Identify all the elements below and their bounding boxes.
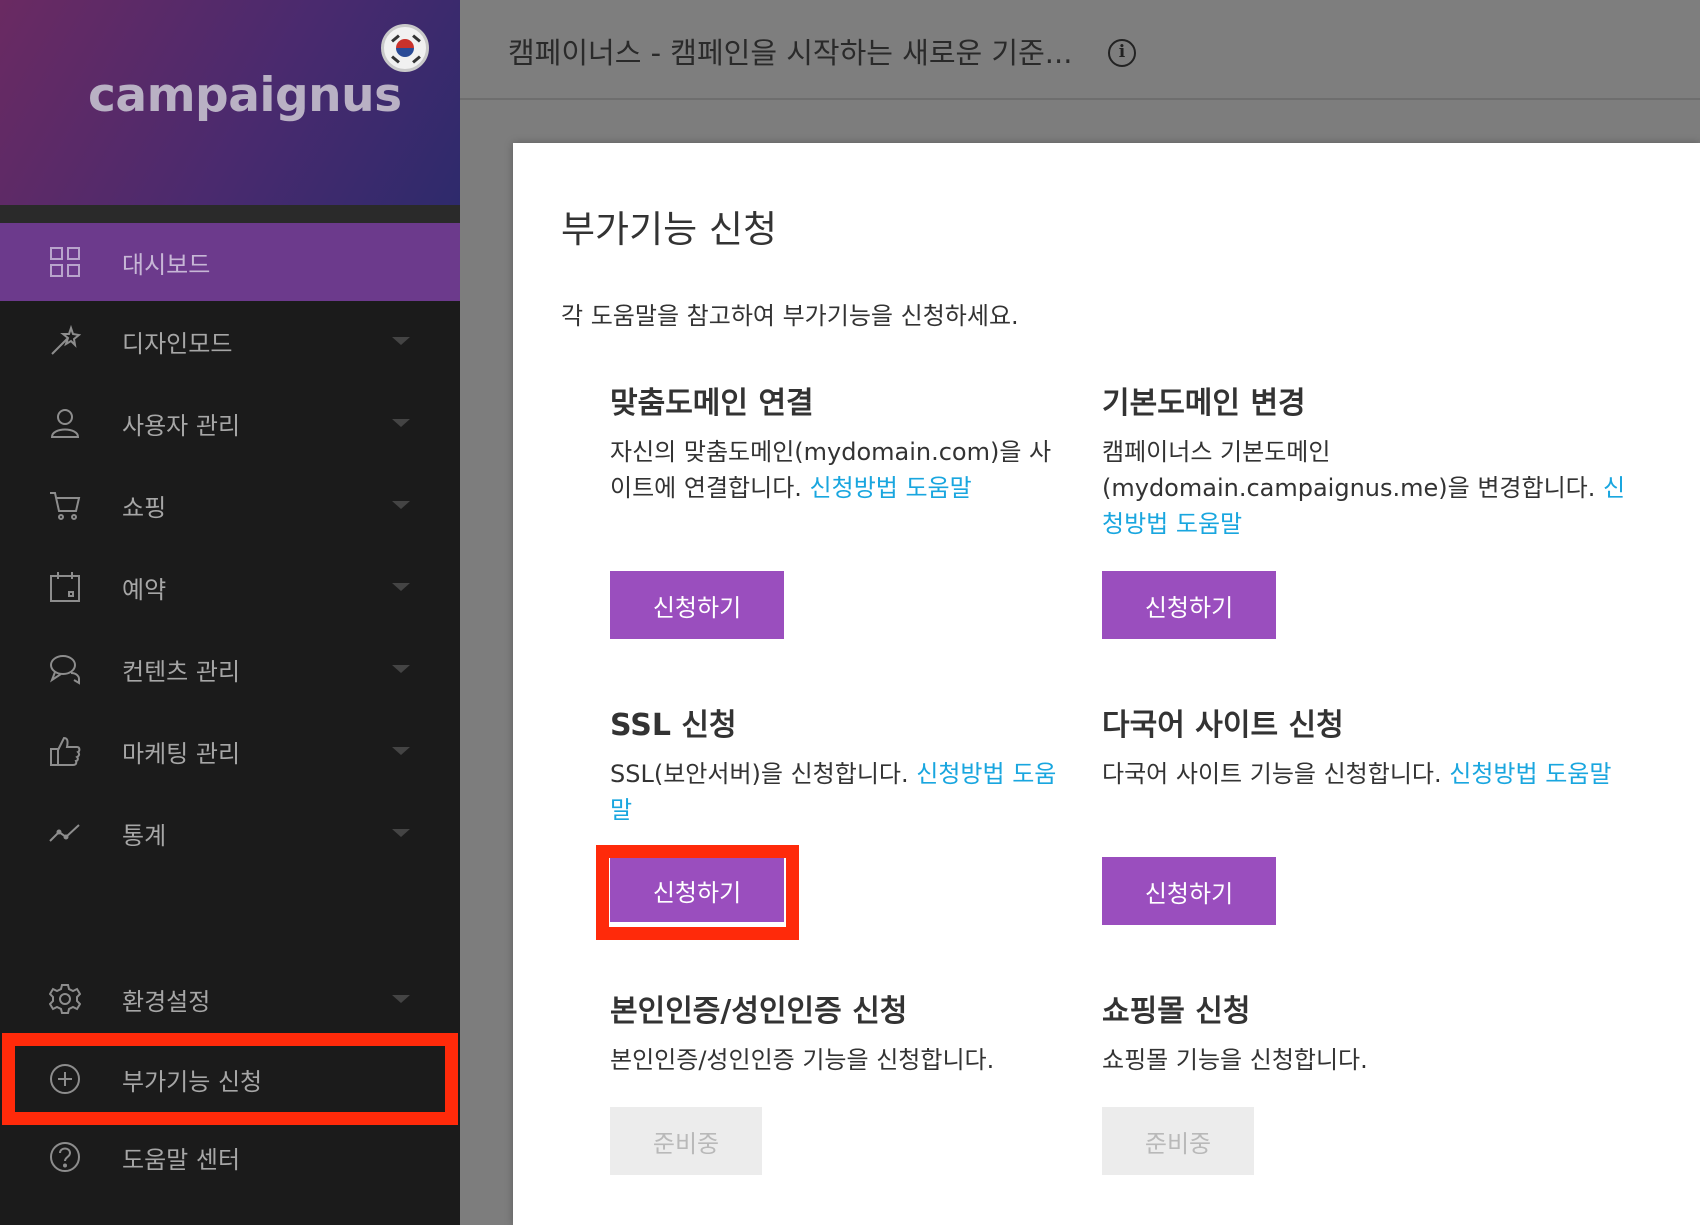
sidebar-item-statistics[interactable]: 통계 xyxy=(0,794,460,872)
sidebar-item-label: 디자인모드 xyxy=(122,329,233,358)
chat-icon xyxy=(48,652,82,686)
chevron-down-icon xyxy=(392,747,410,755)
card-custom-domain: 맞춤도메인 연결 자신의 맞춤도메인(mydomain.com)을 사이트에 연… xyxy=(610,384,1070,506)
card-title: 쇼핑몰 신청 xyxy=(1102,994,1251,1029)
card-default-domain: 기본도메인 변경 캠페이너스 기본도메인(mydomain.campaignus… xyxy=(1102,384,1642,542)
sidebar-item-design-mode[interactable]: 디자인모드 xyxy=(0,302,460,380)
plus-circle-icon xyxy=(48,1062,82,1096)
card-multilingual-site: 다국어 사이트 신청 다국어 사이트 기능을 신청합니다. 신청방법 도움말 xyxy=(1102,706,1642,792)
page-title: 캠페이너스 - 캠페인을 시작하는 새로운 기준... xyxy=(508,36,1073,70)
calendar-icon xyxy=(48,570,82,604)
chevron-down-icon xyxy=(392,583,410,591)
coming-soon-button: 준비중 xyxy=(1102,1107,1254,1175)
card-text: 쇼핑몰 기능을 신청합니다. xyxy=(1102,1046,1368,1074)
chevron-down-icon xyxy=(392,995,410,1003)
sidebar-item-label: 환경설정 xyxy=(122,987,211,1016)
help-link[interactable]: 신청방법 도움말 xyxy=(810,474,972,502)
sidebar-item-label: 마케팅 관리 xyxy=(122,739,241,768)
card-shopping-mall: 쇼핑몰 신청 쇼핑몰 기능을 신청합니다. xyxy=(1102,992,1562,1078)
sidebar-item-marketing-management[interactable]: 마케팅 관리 xyxy=(0,712,460,790)
gear-icon xyxy=(48,982,82,1016)
korea-flag-icon[interactable] xyxy=(381,24,429,72)
chevron-down-icon xyxy=(392,665,410,673)
card-title: 기본도메인 변경 xyxy=(1102,386,1306,421)
question-circle-icon xyxy=(48,1140,82,1174)
chevron-down-icon xyxy=(392,419,410,427)
apply-button[interactable]: 신청하기 xyxy=(610,858,784,922)
card-text: 본인인증/성인인증 기능을 신청합니다. xyxy=(610,1046,995,1074)
chevron-down-icon xyxy=(392,337,410,345)
chevron-down-icon xyxy=(392,829,410,837)
card-title: 본인인증/성인인증 신청 xyxy=(610,994,908,1029)
help-link[interactable]: 신청방법 도움말 xyxy=(1449,760,1611,788)
thumbs-up-icon xyxy=(48,734,82,768)
brand-divider xyxy=(0,205,460,223)
sidebar-item-label: 컨텐츠 관리 xyxy=(122,657,241,686)
card-title: 맞춤도메인 연결 xyxy=(610,386,814,421)
campaignus-logo[interactable]: campaignus xyxy=(88,68,402,123)
sidebar-item-label: 통계 xyxy=(122,821,167,850)
sidebar-item-label: 도움말 센터 xyxy=(122,1145,241,1174)
card-title: SSL 신청 xyxy=(610,708,737,743)
header: 캠페이너스 - 캠페인을 시작하는 새로운 기준... i xyxy=(460,0,1700,100)
card-title: 다국어 사이트 신청 xyxy=(1102,708,1344,743)
card-text: SSL(보안서버)을 신청합니다. 신청방법 도움말 xyxy=(610,760,1057,824)
grid-icon xyxy=(48,245,82,279)
chevron-down-icon xyxy=(392,501,410,509)
sidebar-item-label: 쇼핑 xyxy=(122,493,167,522)
user-icon xyxy=(48,406,82,440)
sidebar-item-help-center[interactable]: 도움말 센터 xyxy=(0,1118,460,1196)
brand-header: campaignus xyxy=(0,0,460,205)
card-text: 캠페이너스 기본도메인(mydomain.campaignus.me)을 변경합… xyxy=(1102,438,1626,538)
sidebar-item-shopping[interactable]: 쇼핑 xyxy=(0,466,460,544)
apply-button[interactable]: 신청하기 xyxy=(1102,857,1276,925)
apply-button[interactable]: 신청하기 xyxy=(610,571,784,639)
sidebar-item-settings[interactable]: 환경설정 xyxy=(0,960,460,1038)
modal-title: 부가기능 신청 xyxy=(561,208,778,251)
cart-icon xyxy=(48,488,82,522)
card-identity-verification: 본인인증/성인인증 신청 본인인증/성인인증 기능을 신청합니다. xyxy=(610,992,1070,1078)
sidebar-item-reservation[interactable]: 예약 xyxy=(0,548,460,626)
sidebar: campaignus 대시보드 디자인모드 사용자 관리 쇼핑 예약 컨텐츠 관… xyxy=(0,0,460,1225)
sidebar-item-label: 대시보드 xyxy=(122,250,211,279)
card-ssl: SSL 신청 SSL(보안서버)을 신청합니다. 신청방법 도움말 xyxy=(610,706,1070,828)
sidebar-item-content-management[interactable]: 컨텐츠 관리 xyxy=(0,630,460,708)
card-text: 자신의 맞춤도메인(mydomain.com)을 사이트에 연결합니다. 신청방… xyxy=(610,438,1052,502)
modal-description: 각 도움말을 참고하여 부가기능을 신청하세요. xyxy=(561,302,1019,330)
sidebar-item-label: 부가기능 신청 xyxy=(122,1067,263,1096)
sidebar-item-user-management[interactable]: 사용자 관리 xyxy=(0,384,460,462)
sidebar-item-label: 사용자 관리 xyxy=(122,411,241,440)
card-text: 다국어 사이트 기능을 신청합니다. 신청방법 도움말 xyxy=(1102,760,1612,788)
info-icon[interactable]: i xyxy=(1108,39,1136,67)
chart-line-icon xyxy=(48,816,82,850)
magic-wand-icon xyxy=(48,324,82,358)
sidebar-item-label: 예약 xyxy=(122,575,167,604)
sidebar-item-dashboard[interactable]: 대시보드 xyxy=(0,223,460,301)
sidebar-item-addon-request[interactable]: 부가기능 신청 xyxy=(0,1040,460,1118)
apply-button[interactable]: 신청하기 xyxy=(1102,571,1276,639)
addon-request-modal: 부가기능 신청 각 도움말을 참고하여 부가기능을 신청하세요. 맞춤도메인 연… xyxy=(513,143,1700,1225)
coming-soon-button: 준비중 xyxy=(610,1107,762,1175)
